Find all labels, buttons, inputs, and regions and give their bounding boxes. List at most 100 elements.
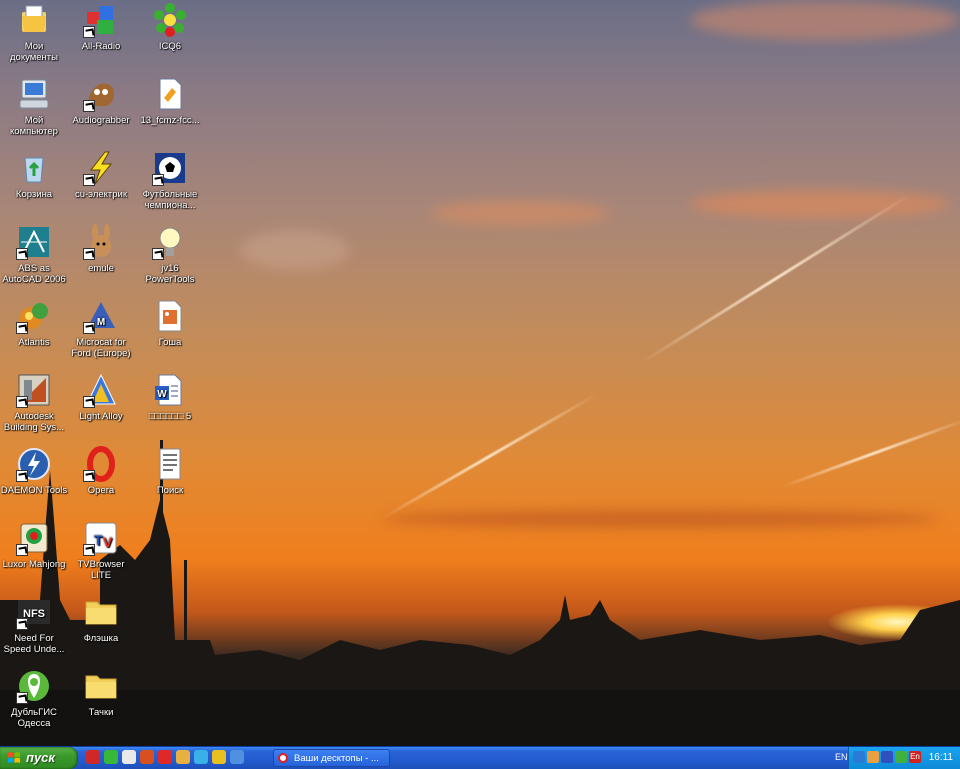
start-button[interactable]: пуск: [0, 747, 78, 769]
desktop[interactable]: Мои документы Мой компьютер Корзина ABS as …: [0, 0, 960, 746]
word-document-icon: W: [152, 372, 188, 408]
desktop-icon-document[interactable]: 13_fcmz-fcc...: [136, 76, 204, 126]
desktop-icon-my-documents[interactable]: Мои документы: [0, 2, 68, 63]
quicklaunch-3-icon[interactable]: [122, 750, 136, 764]
quicklaunch-5-icon[interactable]: [158, 750, 172, 764]
shortcut-arrow-icon: [83, 470, 95, 482]
quicklaunch-7-icon[interactable]: [194, 750, 208, 764]
icq-icon: [152, 2, 188, 38]
my-documents-icon: [16, 2, 52, 38]
windows-logo-icon: [8, 752, 20, 763]
language-indicator[interactable]: EN: [835, 752, 848, 762]
desktop-icon-tvbrowser[interactable]: T V TVBrowser LITE: [67, 520, 135, 581]
desktop-icon-label: Autodesk Building Sys...: [3, 411, 65, 433]
desktop-icon-label: Opera: [87, 485, 115, 496]
quicklaunch-1-icon[interactable]: [86, 750, 100, 764]
text-file-icon: [152, 446, 188, 482]
all-radio-icon: [83, 2, 119, 38]
tray-tv-icon[interactable]: [881, 751, 893, 763]
desktop-icon-label: ICQ6: [158, 41, 182, 52]
desktop-icon-football[interactable]: Футбольные чемпиона...: [136, 150, 204, 211]
quicklaunch-9-icon[interactable]: [230, 750, 244, 764]
shortcut-arrow-icon: [16, 248, 28, 260]
desktop-icon-label: ДубльГИС Одесса: [11, 707, 57, 729]
desktop-icon-icq[interactable]: ICQ6: [136, 2, 204, 52]
desktop-icon-folder[interactable]: Тачки: [67, 668, 135, 718]
quicklaunch-2-icon[interactable]: [104, 750, 118, 764]
taskbar-button-opera[interactable]: Ваши десктопы - ...: [273, 749, 390, 767]
shortcut-arrow-icon: [16, 322, 28, 334]
desktop-icon-emule[interactable]: emule: [67, 224, 135, 274]
desktop-icon-label: Need For Speed Unde...: [3, 633, 65, 655]
desktop-icon-folder[interactable]: Флэшка: [67, 594, 135, 644]
nfs-icon: NFS: [16, 594, 52, 630]
bulb-icon: [152, 224, 188, 260]
desktop-icon-autodesk-building[interactable]: Autodesk Building Sys...: [0, 372, 68, 433]
desktop-icon-daemon-tools[interactable]: DAEMON Tools: [0, 446, 68, 496]
desktop-icon-text-file[interactable]: Поиск: [136, 446, 204, 496]
shortcut-arrow-icon: [83, 26, 95, 38]
shortcut-arrow-icon: [83, 544, 95, 556]
svg-text:M: M: [97, 317, 105, 328]
shortcut-arrow-icon: [83, 396, 95, 408]
desktop-icon-recycle-bin[interactable]: Корзина: [0, 150, 68, 200]
desktop-icon-nfs[interactable]: NFS Need For Speed Unde...: [0, 594, 68, 655]
desktop-icon-all-radio[interactable]: All-Radio: [67, 2, 135, 52]
desktop-icon-label: emule: [88, 263, 114, 274]
desktop-icon-atlantis[interactable]: Atlantis: [0, 298, 68, 348]
shortcut-arrow-icon: [16, 544, 28, 556]
tray-en-icon[interactable]: En: [909, 751, 921, 763]
shortcut-arrow-icon: [152, 248, 164, 260]
daemon-tools-icon: [16, 446, 52, 482]
desktop-icon-microcat[interactable]: M Microcat for Ford (Europe): [67, 298, 135, 359]
taskbar-button-label: Ваши десктопы - ...: [294, 753, 379, 764]
folder-icon: [83, 668, 119, 704]
system-tray: EN En 16:11: [835, 747, 960, 769]
desktop-icon-autocad[interactable]: ABS as AutoCAD 2006: [0, 224, 68, 285]
recycle-bin-icon: [16, 150, 52, 186]
quicklaunch-8-icon[interactable]: [212, 750, 226, 764]
desktop-icon-lightning[interactable]: cu-электрик: [67, 150, 135, 200]
desktop-icon-label: Atlantis: [18, 337, 50, 348]
luxor-mahjong-icon: [16, 520, 52, 556]
shortcut-arrow-icon: [83, 174, 95, 186]
desktop-icon-image-file[interactable]: Гоша: [136, 298, 204, 348]
start-label: пуск: [26, 750, 55, 765]
quicklaunch-6-icon[interactable]: [176, 750, 190, 764]
desktop-icon-light-alloy[interactable]: Light Alloy: [67, 372, 135, 422]
folder-icon: [83, 594, 119, 630]
desktop-icon-opera[interactable]: Opera: [67, 446, 135, 496]
desktop-icon-label: Мои документы: [10, 41, 58, 63]
desktop-icon-label: Microcat for Ford (Europe): [71, 337, 131, 359]
svg-text:T: T: [94, 532, 103, 548]
tray-network-icon[interactable]: [895, 751, 907, 763]
svg-text:V: V: [103, 534, 113, 550]
desktop-icon-audiograbber[interactable]: Audiograbber: [67, 76, 135, 126]
tray-arrow-icon[interactable]: [853, 751, 865, 763]
clock[interactable]: 16:11: [929, 752, 953, 763]
opera-icon: [278, 753, 288, 763]
microcat-icon: M: [83, 298, 119, 334]
desktop-icon-label: Мой компьютер: [10, 115, 58, 137]
atlantis-icon: [16, 298, 52, 334]
shortcut-arrow-icon: [16, 618, 28, 630]
desktop-icon-label: Корзина: [15, 189, 53, 200]
desktop-icon-luxor-mahjong[interactable]: Luxor Mahjong: [0, 520, 68, 570]
desktop-icon-label: All-Radio: [81, 41, 121, 52]
desktop-icon-dublgis[interactable]: ДубльГИС Одесса: [0, 668, 68, 729]
my-computer-icon: [16, 76, 52, 112]
desktop-icon-word-document[interactable]: W □□□□□□ 5: [136, 372, 204, 422]
autodesk-building-icon: [16, 372, 52, 408]
quicklaunch-4-icon[interactable]: [140, 750, 154, 764]
dublgis-icon: [16, 668, 52, 704]
tray-tools-icon[interactable]: [867, 751, 879, 763]
desktop-icon-my-computer[interactable]: Мой компьютер: [0, 76, 68, 137]
opera-icon: [83, 446, 119, 482]
desktop-icon-bulb[interactable]: jv16 PowerTools: [136, 224, 204, 285]
lightning-icon: [83, 150, 119, 186]
desktop-icon-label: Light Alloy: [79, 411, 123, 422]
desktop-icon-label: Футбольные чемпиона...: [142, 189, 198, 211]
autocad-icon: [16, 224, 52, 260]
light-alloy-icon: [83, 372, 119, 408]
desktop-icon-label: Поиск: [156, 485, 184, 496]
